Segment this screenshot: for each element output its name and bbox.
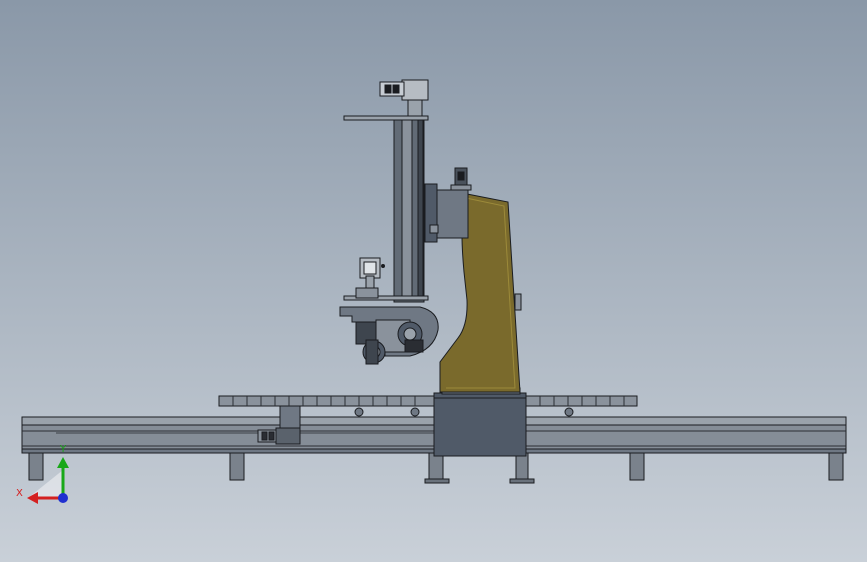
model-view[interactable]: X Y: [0, 0, 867, 562]
column-handle[interactable]: [514, 293, 522, 311]
column-base[interactable]: [433, 387, 527, 457]
triad-x-label: X: [16, 488, 23, 499]
triad-z-axis: [58, 493, 68, 503]
triad-y-label: Y: [59, 444, 67, 455]
cad-graphics-viewport[interactable]: X Y: [0, 0, 867, 562]
